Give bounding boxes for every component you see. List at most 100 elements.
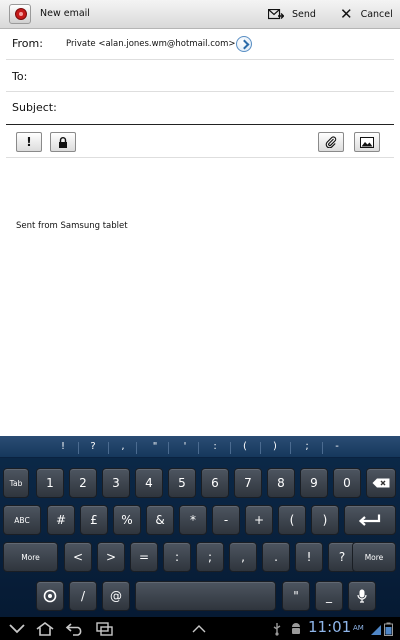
key-semicolon[interactable]: ;	[196, 542, 224, 572]
key-ampersand[interactable]: &	[146, 505, 174, 535]
voice-input-key[interactable]	[348, 581, 376, 611]
cancel-button[interactable]: ✕ Cancel	[340, 4, 396, 25]
key-asterisk[interactable]: *	[179, 505, 207, 535]
cancel-label: Cancel	[360, 9, 393, 20]
format-toolbar: !	[6, 126, 394, 158]
subject-row: Subject:	[6, 92, 394, 125]
suggestion-key[interactable]: (	[238, 441, 252, 452]
lock-icon	[59, 136, 67, 148]
key-less-than[interactable]: <	[64, 542, 92, 572]
key-percent[interactable]: %	[113, 505, 141, 535]
tab-key[interactable]: Tab	[3, 468, 29, 498]
key-left-paren[interactable]: (	[278, 505, 306, 535]
key-at[interactable]: @	[102, 581, 130, 611]
back-button[interactable]	[64, 620, 86, 637]
wifi-signal-icon	[370, 621, 382, 636]
more-key-left[interactable]: More	[3, 542, 58, 572]
key-4[interactable]: 4	[135, 468, 163, 498]
key-6[interactable]: 6	[201, 468, 229, 498]
to-row: To:	[6, 61, 394, 92]
key-7[interactable]: 7	[234, 468, 262, 498]
priority-button[interactable]: !	[16, 132, 42, 152]
key-5[interactable]: 5	[168, 468, 196, 498]
screen-title: New email	[40, 8, 90, 19]
key-right-paren[interactable]: )	[311, 505, 339, 535]
chevron-right-icon[interactable]	[236, 36, 252, 52]
divider	[198, 442, 199, 454]
subject-input[interactable]	[66, 96, 386, 118]
from-label: From:	[12, 37, 43, 50]
suggestion-key[interactable]: "	[148, 441, 162, 452]
key-9[interactable]: 9	[300, 468, 328, 498]
key-0[interactable]: 0	[333, 468, 361, 498]
key-hash[interactable]: #	[47, 505, 75, 535]
suggestion-key[interactable]: !	[56, 441, 70, 452]
subject-label: Subject:	[12, 101, 57, 114]
email-app-icon[interactable]	[9, 4, 31, 24]
recent-apps-button[interactable]	[94, 620, 116, 637]
action-bar: New email Send ✕ Cancel	[0, 0, 400, 29]
abc-key[interactable]: ABC	[3, 505, 41, 535]
home-button[interactable]	[34, 620, 56, 637]
insert-image-button[interactable]	[354, 132, 380, 152]
attach-button[interactable]	[318, 132, 344, 152]
android-debug-icon	[290, 621, 302, 636]
key-underscore[interactable]: _	[315, 581, 343, 611]
key-comma[interactable]: ,	[229, 542, 257, 572]
suggestion-key[interactable]: ,	[116, 441, 130, 452]
divider	[260, 442, 261, 454]
email-signature[interactable]: Sent from Samsung tablet	[16, 221, 128, 231]
key-1[interactable]: 1	[36, 468, 64, 498]
key-quote[interactable]: "	[282, 581, 310, 611]
more-key-right[interactable]: More	[352, 542, 396, 572]
suggestion-key[interactable]: ;	[300, 441, 314, 452]
from-account[interactable]: Private <alan.jones.wm@hotmail.com>	[66, 39, 235, 49]
key-minus[interactable]: -	[212, 505, 240, 535]
suggestion-key[interactable]: '	[178, 441, 192, 452]
key-plus[interactable]: +	[245, 505, 273, 535]
chevron-up-icon	[192, 624, 206, 632]
key-8[interactable]: 8	[267, 468, 295, 498]
space-key[interactable]	[135, 581, 276, 611]
settings-key[interactable]	[36, 581, 64, 611]
suggestion-key[interactable]: )	[268, 441, 282, 452]
status-clock: 11:01	[308, 618, 352, 636]
key-pound[interactable]: £	[80, 505, 108, 535]
send-label: Send	[292, 9, 316, 20]
key-colon[interactable]: :	[163, 542, 191, 572]
suggestion-key[interactable]: -	[330, 441, 344, 452]
backspace-key[interactable]	[366, 468, 396, 498]
key-greater-than[interactable]: >	[97, 542, 125, 572]
key-3[interactable]: 3	[102, 468, 130, 498]
back-icon	[65, 622, 82, 636]
battery-icon	[384, 621, 396, 636]
to-input[interactable]	[66, 65, 386, 87]
divider	[136, 442, 137, 454]
suggestion-key[interactable]: ?	[86, 441, 100, 452]
key-equals[interactable]: =	[130, 542, 158, 572]
suggestion-key[interactable]: :	[208, 441, 222, 452]
divider	[230, 442, 231, 454]
on-screen-keyboard: ! ? , " ' : ( ) ; - Tab 1 2 3 4 5 6 7 8 …	[0, 436, 400, 617]
hide-keyboard-button[interactable]	[6, 620, 28, 637]
send-icon	[268, 8, 284, 19]
settings-icon	[43, 589, 57, 603]
suggestion-row: ! ? , " ' : ( ) ; -	[0, 436, 400, 458]
home-icon	[36, 621, 54, 636]
divider	[108, 442, 109, 454]
backspace-icon	[372, 478, 390, 488]
send-button[interactable]: Send	[268, 4, 320, 25]
divider	[290, 442, 291, 454]
close-icon: ✕	[340, 5, 353, 23]
key-period[interactable]: .	[262, 542, 290, 572]
key-2[interactable]: 2	[69, 468, 97, 498]
security-button[interactable]	[50, 132, 76, 152]
image-icon	[360, 136, 374, 148]
divider	[168, 442, 169, 454]
show-more-button[interactable]	[188, 620, 210, 637]
to-label: To:	[12, 70, 28, 83]
key-exclamation[interactable]: !	[295, 542, 323, 572]
status-ampm: AM	[353, 624, 364, 632]
enter-key[interactable]	[344, 505, 396, 535]
key-slash[interactable]: /	[69, 581, 97, 611]
